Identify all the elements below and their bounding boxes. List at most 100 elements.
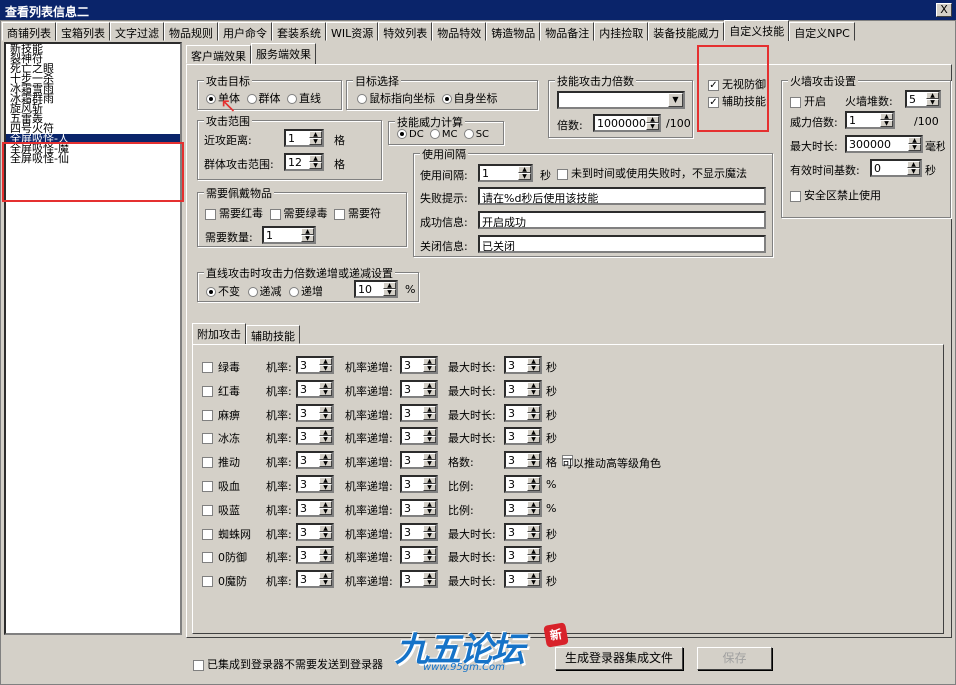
top-tab[interactable]: 物品规则	[164, 22, 218, 41]
top-tab[interactable]: 用户命令	[218, 22, 272, 41]
radio-mc[interactable]	[429, 129, 440, 139]
radio-decrease[interactable]	[247, 287, 258, 297]
rate-inc-spinner[interactable]: 3 ▲ ▼	[400, 475, 438, 493]
use-interval-spinner[interactable]: 1 ▲ ▼	[478, 164, 533, 182]
effect-checkbox[interactable]	[202, 457, 213, 469]
extra-spinner[interactable]: 3 ▲ ▼	[504, 498, 542, 517]
success-input[interactable]: 开启成功	[478, 211, 766, 229]
chevron-down-icon[interactable]: ▼	[668, 93, 683, 107]
rate-spinner[interactable]: 3 ▲ ▼	[296, 379, 334, 398]
effect-checkbox[interactable]	[202, 481, 213, 492]
top-tab[interactable]: 物品特效	[432, 22, 487, 41]
safe-zone-checkbox[interactable]	[790, 190, 801, 202]
radio-sc[interactable]	[463, 129, 474, 139]
line-attack-spinner[interactable]: 10 ▲ ▼	[354, 280, 398, 298]
rate-inc-spinner[interactable]: 3 ▲ ▼	[400, 403, 438, 422]
tab-extra-attack[interactable]: 附加攻击	[192, 323, 246, 344]
effect-checkbox[interactable]	[202, 528, 213, 540]
radio-single[interactable]	[206, 94, 216, 104]
skill-list[interactable]: 新技能 裂神符 死亡之眼 十步一杀 冰霜雪雨 冰霜群雨 旋风斩 五雷轰 四号火符 全屏吸怪-人 全屏…	[4, 42, 182, 635]
rate-spinner[interactable]: 3 ▲ ▼	[296, 522, 334, 541]
effect-checkbox[interactable]	[202, 409, 213, 421]
tab-client-effect[interactable]: 客户端效果	[186, 45, 251, 64]
no-magic-checkbox[interactable]	[557, 168, 568, 180]
rate-spinner[interactable]: 3 ▲ ▼	[296, 498, 334, 517]
rate-spinner[interactable]: 3 ▲ ▼	[296, 475, 334, 493]
group-range-spinner[interactable]: 12 ▲ ▼	[284, 153, 324, 171]
close-msg-input[interactable]: 已关闭	[478, 235, 766, 253]
power-spinner[interactable]: 1 ▲ ▼	[845, 111, 895, 129]
effect-checkbox[interactable]	[202, 576, 213, 588]
fail-input[interactable]: 请在%d秒后使用该技能	[478, 187, 766, 205]
top-tab[interactable]: 套装系统	[272, 22, 326, 41]
close-button[interactable]: X	[936, 3, 952, 17]
effect-name: 麻痹	[218, 408, 240, 422]
extra-spinner[interactable]: 3 ▲ ▼	[504, 427, 542, 446]
top-tab[interactable]: 商铺列表	[2, 22, 56, 41]
rate-spinner[interactable]: 3 ▲ ▼	[296, 403, 334, 422]
extra-spinner[interactable]: 3 ▲ ▼	[504, 475, 542, 493]
rate-inc-spinner[interactable]: 3 ▲ ▼	[400, 570, 438, 589]
talisman-checkbox[interactable]	[334, 208, 345, 220]
effect-checkbox[interactable]	[202, 552, 213, 564]
rate-inc-spinner[interactable]: 3 ▲ ▼	[400, 546, 438, 565]
rate-label: 机率:	[266, 432, 292, 446]
tab-assist-skill[interactable]: 辅助技能	[246, 325, 300, 344]
extra-spinner[interactable]: 3 ▲ ▼	[504, 451, 542, 470]
top-tab[interactable]: 自定义技能	[724, 20, 790, 41]
multiplier-combo[interactable]: ▼	[557, 91, 685, 109]
qty-spinner[interactable]: 1 ▲ ▼	[262, 226, 316, 244]
top-tab[interactable]: 自定义NPC	[789, 22, 855, 41]
maxtime-spinner[interactable]: 300000 ▲ ▼	[845, 135, 923, 153]
base-spinner[interactable]: 0 ▲ ▼	[870, 159, 922, 177]
rate-inc-spinner[interactable]: 3 ▲ ▼	[400, 427, 438, 446]
radio-group[interactable]	[246, 94, 257, 104]
integrated-checkbox[interactable]	[193, 659, 204, 671]
radio-line[interactable]	[287, 94, 297, 104]
top-tab[interactable]: 宝箱列表	[56, 22, 110, 41]
radio-increase[interactable]	[289, 287, 299, 297]
radio-dc[interactable]	[397, 129, 407, 139]
rate-inc-spinner[interactable]: 3 ▲ ▼	[400, 498, 438, 517]
mult-spinner[interactable]: 1000000 ▲ ▼	[593, 114, 661, 132]
stack-spinner[interactable]: 5 ▲ ▼	[905, 90, 941, 108]
radio-unchanged[interactable]	[206, 287, 216, 297]
extra-spinner[interactable]: 3 ▲ ▼	[504, 546, 542, 565]
save-button[interactable]: 保存	[697, 647, 772, 670]
top-tab[interactable]: 物品备注	[540, 22, 595, 41]
rate-spinner[interactable]: 3 ▲ ▼	[296, 546, 334, 565]
watermark-url: www.95gm.Com	[423, 662, 505, 673]
rate-spinner[interactable]: 3 ▲ ▼	[296, 570, 334, 589]
rate-spinner[interactable]: 3 ▲ ▼	[296, 427, 334, 446]
effect-checkbox[interactable]	[202, 385, 213, 397]
extra-spinner[interactable]: 3 ▲ ▼	[504, 379, 542, 398]
extra-spinner[interactable]: 3 ▲ ▼	[504, 403, 542, 422]
rate-spinner[interactable]: 3 ▲ ▼	[296, 356, 334, 374]
extra-spinner[interactable]: 3 ▲ ▼	[504, 356, 542, 374]
tab-server-effect[interactable]: 服务端效果	[251, 43, 316, 64]
effect-checkbox[interactable]	[202, 362, 213, 373]
generate-button[interactable]: 生成登录器集成文件	[555, 647, 683, 670]
rate-inc-spinner[interactable]: 3 ▲ ▼	[400, 379, 438, 398]
fail-label: 失败提示:	[420, 192, 468, 205]
top-tab[interactable]: 装备技能威力	[648, 22, 725, 41]
red-poison-checkbox[interactable]	[205, 208, 216, 220]
top-tab[interactable]: 文字过滤	[110, 22, 164, 41]
effect-checkbox[interactable]	[202, 433, 213, 445]
near-spinner[interactable]: 1 ▲ ▼	[284, 129, 324, 147]
radio-mouse-target[interactable]	[357, 94, 367, 104]
top-tab[interactable]: 铸造物品	[486, 22, 541, 41]
radio-self-coord[interactable]	[441, 94, 452, 104]
green-poison-checkbox[interactable]	[269, 208, 281, 220]
rate-inc-spinner[interactable]: 3 ▲ ▼	[400, 451, 438, 470]
top-tab[interactable]: 内挂捡取	[594, 22, 649, 41]
rate-inc-spinner[interactable]: 3 ▲ ▼	[400, 522, 438, 541]
extra-spinner[interactable]: 3 ▲ ▼	[504, 522, 542, 541]
rate-inc-spinner[interactable]: 3 ▲ ▼	[400, 356, 438, 374]
firewall-enable-checkbox[interactable]	[790, 96, 801, 108]
effect-checkbox[interactable]	[202, 504, 213, 516]
top-tab[interactable]: 特效列表	[378, 22, 433, 41]
top-tab[interactable]: WIL资源	[326, 22, 379, 41]
extra-spinner[interactable]: 3 ▲ ▼	[504, 570, 542, 589]
rate-spinner[interactable]: 3 ▲ ▼	[296, 451, 334, 470]
